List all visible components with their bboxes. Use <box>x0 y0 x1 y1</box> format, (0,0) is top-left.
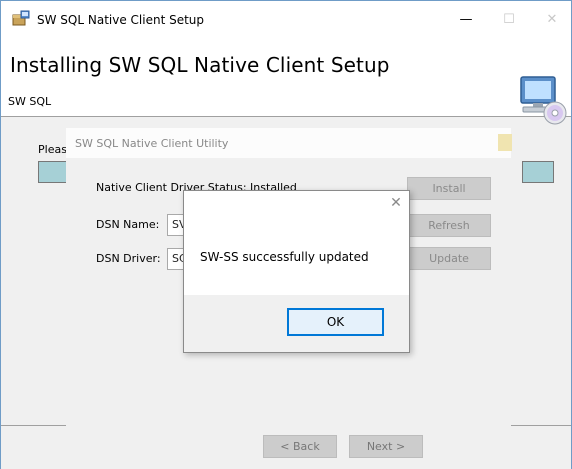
utility-title: SW SQL Native Client Utility <box>75 137 229 150</box>
message-dialog: ✕ SW-SS successfully updated OK <box>183 190 410 353</box>
installer-box-icon <box>12 10 30 26</box>
teal-panel-right <box>522 161 554 183</box>
page-title: Installing SW SQL Native Client Setup <box>10 53 390 77</box>
back-button[interactable]: < Back <box>263 435 337 458</box>
utility-close-button[interactable] <box>498 134 512 151</box>
next-button[interactable]: Next > <box>349 435 423 458</box>
titlebar: SW SQL Native Client Setup — ☐ ✕ <box>1 1 571 41</box>
update-button[interactable]: Update <box>407 247 491 270</box>
please-label: Pleas <box>38 143 67 156</box>
refresh-button[interactable]: Refresh <box>407 214 491 237</box>
message-text: SW-SS successfully updated <box>200 250 369 264</box>
dsn-driver-label: DSN Driver: <box>96 252 161 265</box>
install-button[interactable]: Install <box>407 177 491 200</box>
dialog-close-icon[interactable]: ✕ <box>383 191 409 215</box>
minimize-button[interactable]: — <box>446 5 486 35</box>
computer-cd-icon <box>520 76 567 125</box>
utility-titlebar: SW SQL Native Client Utility <box>66 128 512 158</box>
header-banner: Installing SW SQL Native Client Setup <box>1 41 571 125</box>
ok-button[interactable]: OK <box>287 308 384 336</box>
body-label: SW SQL <box>8 95 52 108</box>
window-title: SW SQL Native Client Setup <box>37 13 205 27</box>
maximize-button[interactable]: ☐ <box>489 5 529 35</box>
dsn-name-label: DSN Name: <box>96 218 160 231</box>
close-button[interactable]: ✕ <box>532 5 572 35</box>
